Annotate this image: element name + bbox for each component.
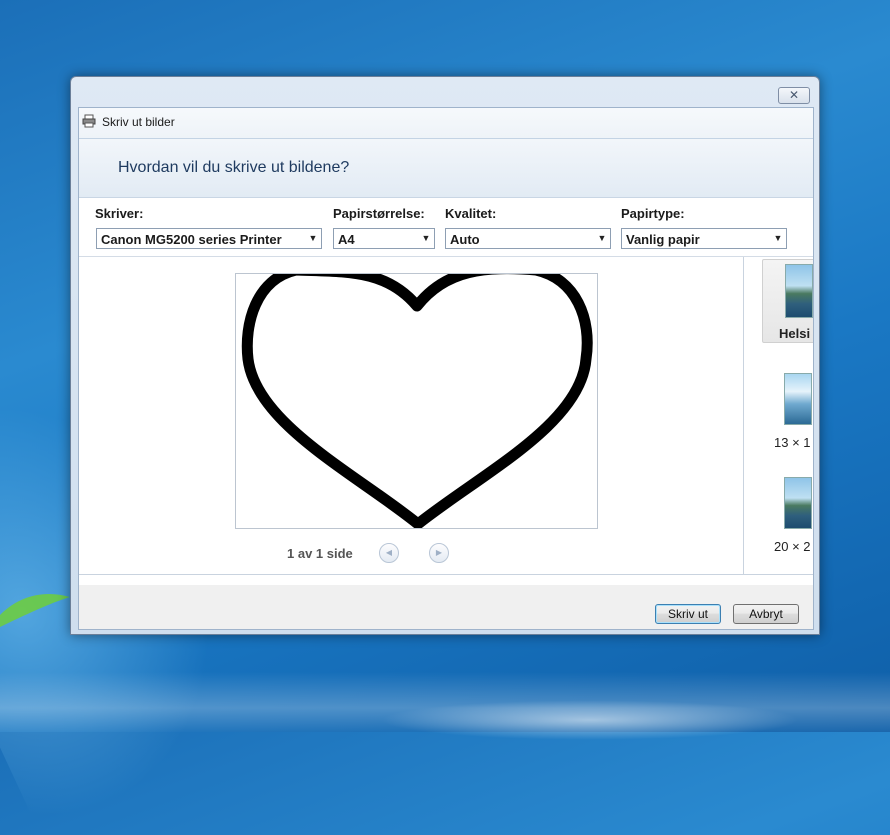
previous-page-button[interactable]: ◀ <box>379 543 399 563</box>
quality-select[interactable]: Auto ▼ <box>445 228 611 249</box>
close-icon: ✕ <box>788 88 800 102</box>
dialog-content: Skriv ut bilder Hvordan vil du skrive ut… <box>78 107 814 630</box>
layout-label: Helsi <box>779 326 811 341</box>
paper-type-value: Vanlig papir <box>626 232 700 247</box>
printer-icon <box>82 114 96 128</box>
cancel-button[interactable]: Avbryt <box>733 604 799 624</box>
close-button[interactable]: ✕ <box>778 87 810 104</box>
layout-item-20x25[interactable]: 20 × 2 <box>762 471 813 554</box>
arrow-right-icon: ▶ <box>435 548 443 557</box>
desktop-glow <box>380 700 800 740</box>
layout-thumbnail <box>785 264 813 318</box>
layout-label: 13 × 1 <box>774 435 811 450</box>
layout-item-full-page[interactable]: Helsi <box>762 259 813 343</box>
paper-size-label: Papirstørrelse: <box>333 206 425 221</box>
printer-label: Skriver: <box>95 206 144 221</box>
paper-size-select[interactable]: A4 ▼ <box>333 228 435 249</box>
window-title: Skriv ut bilder <box>102 115 175 129</box>
layout-thumbnail <box>784 477 812 529</box>
print-button[interactable]: Skriv ut <box>655 604 721 624</box>
paper-type-label: Papirtype: <box>621 206 685 221</box>
header-band: Hvordan vil du skrive ut bildene? <box>79 139 813 198</box>
print-preview: 1 av 1 side ◀ ▶ <box>79 257 744 574</box>
arrow-left-icon: ◀ <box>385 548 393 557</box>
chevron-down-icon: ▼ <box>421 233 431 243</box>
layout-thumbnail <box>784 373 812 425</box>
paper-type-select[interactable]: Vanlig papir ▼ <box>621 228 787 249</box>
layout-list: Helsi 13 × 1 20 × 2 <box>744 257 813 574</box>
heart-image <box>241 274 593 528</box>
lower-strip <box>79 574 813 585</box>
button-bar: Skriv ut Avbryt <box>79 585 813 629</box>
chevron-down-icon: ▼ <box>773 233 783 243</box>
chevron-down-icon: ▼ <box>597 233 607 243</box>
page-indicator: 1 av 1 side <box>287 546 353 561</box>
quality-label: Kvalitet: <box>445 206 497 221</box>
print-options: Skriver: Canon MG5200 series Printer ▼ P… <box>79 198 813 257</box>
preview-page <box>235 273 598 529</box>
printer-value: Canon MG5200 series Printer <box>101 232 282 247</box>
title-row: Skriv ut bilder <box>79 108 813 139</box>
print-pictures-dialog: ✕ Skriv ut bilder Hvordan vil du skrive … <box>70 76 820 635</box>
next-page-button[interactable]: ▶ <box>429 543 449 563</box>
chevron-down-icon: ▼ <box>308 233 318 243</box>
quality-value: Auto <box>450 232 480 247</box>
paper-size-value: A4 <box>338 232 355 247</box>
printer-select[interactable]: Canon MG5200 series Printer ▼ <box>96 228 322 249</box>
layout-item-13x18[interactable]: 13 × 1 <box>762 367 813 450</box>
layout-label: 20 × 2 <box>774 539 811 554</box>
desktop-leaf-decoration <box>0 594 70 627</box>
page-question: Hvordan vil du skrive ut bildene? <box>118 159 350 176</box>
